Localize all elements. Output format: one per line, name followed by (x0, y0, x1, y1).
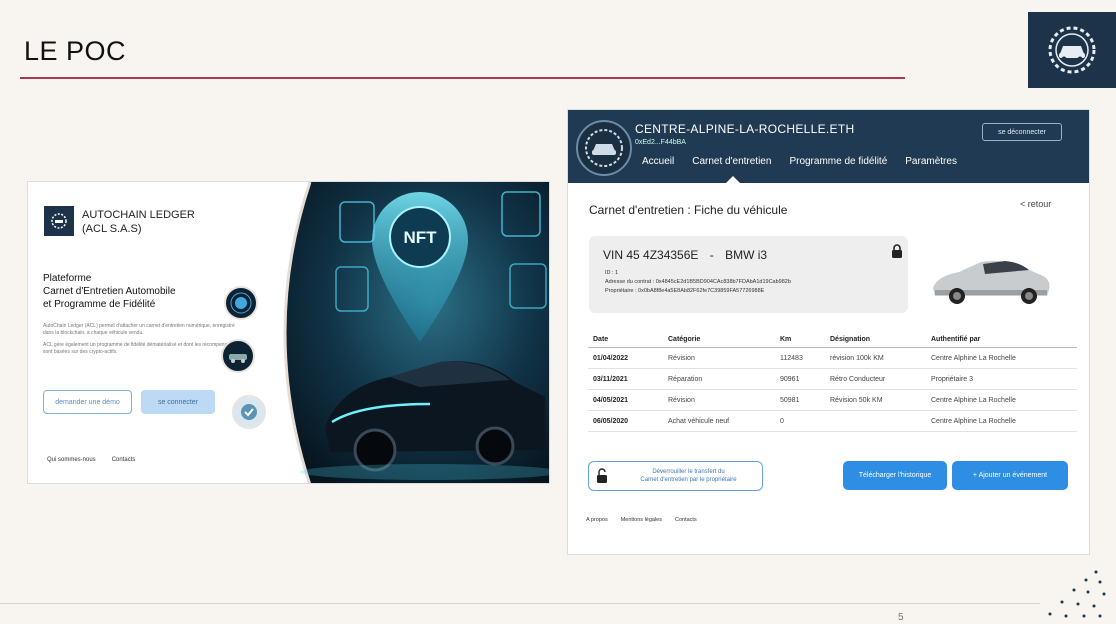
request-demo-button[interactable]: demander une démo (43, 390, 132, 414)
nav-settings[interactable]: Paramètres (905, 156, 957, 167)
vehicle-info-card: VIN 45 4Z34356E - BMW i3 ID : 1 Adresse … (589, 236, 908, 313)
company-logo (1028, 12, 1116, 88)
vehicle-id: ID : 1 (605, 270, 619, 276)
table-row[interactable]: 06/05/2020 Achat véhicule neuf 0 Centre … (588, 410, 1077, 432)
back-link[interactable]: < retour (1020, 199, 1051, 209)
main-nav: Accueil Carnet d'entretien Programme de … (642, 156, 975, 167)
car-gear-logo-icon (1048, 26, 1096, 74)
vehicle-record-screenshot: CENTRE-ALPINE-LA-ROCHELLE.ETH 0xEd2...F4… (567, 109, 1090, 555)
active-tab-indicator (726, 176, 740, 183)
col-authenticated-by: Authentifié par (926, 332, 1077, 348)
contract-address: Adresse du contrat : 0x4845cE2d1B5BD904C… (605, 279, 791, 285)
landing-footer: Qui sommes-nous Contacts (47, 457, 135, 463)
legal-link[interactable]: Mentions légales (621, 517, 662, 523)
acl-logo-icon (44, 206, 74, 236)
col-km: Km (775, 332, 825, 348)
download-history-button[interactable]: Télécharger l'historique (843, 461, 947, 490)
lock-icon (892, 244, 902, 258)
page-number: 5 (898, 612, 904, 623)
app-header: CENTRE-ALPINE-LA-ROCHELLE.ETH 0xEd2...F4… (568, 110, 1089, 183)
col-date: Date (588, 332, 663, 348)
contacts-link[interactable]: Contacts (675, 517, 697, 523)
title-divider (20, 77, 905, 79)
table-row[interactable]: 01/04/2022 Révision 112483 révision 100k… (588, 347, 1077, 369)
logout-button[interactable]: se déconnecter (982, 123, 1062, 141)
hero-image: NFT (270, 182, 549, 483)
nav-maintenance-log[interactable]: Carnet d'entretien (692, 156, 771, 167)
blockchain-icon (224, 286, 258, 320)
table-row[interactable]: 04/05/2021 Révision 50981 Révision 50k K… (588, 389, 1077, 411)
add-event-button[interactable]: + Ajouter un événement (952, 461, 1068, 490)
slide-title: LE POC (24, 36, 127, 66)
maintenance-history-table: Date Catégorie Km Désignation Authentifi… (588, 332, 1077, 432)
footer-divider (0, 603, 1040, 604)
nav-home[interactable]: Accueil (642, 156, 674, 167)
ens-name: CENTRE-ALPINE-LA-ROCHELLE.ETH (635, 122, 855, 136)
page-title: Carnet d'entretien : Fiche du véhicule (589, 203, 788, 217)
wallet-address: 0xEd2...F44bBA (635, 139, 686, 146)
garage-logo-icon (576, 120, 632, 176)
car-icon (221, 339, 255, 373)
nav-loyalty-program[interactable]: Programme de fidélité (789, 156, 887, 167)
about-link[interactable]: Qui sommes-nous (47, 457, 96, 463)
contacts-link[interactable]: Contacts (112, 457, 136, 463)
col-category: Catégorie (663, 332, 775, 348)
brand-name: AUTOCHAIN LEDGER (ACL S.A.S) (82, 209, 195, 235)
table-header-row: Date Catégorie Km Désignation Authentifi… (588, 332, 1077, 348)
car-image (933, 260, 1050, 304)
login-button[interactable]: se connecter (141, 390, 215, 414)
landing-page-screenshot: AUTOCHAIN LEDGER (ACL S.A.S) Plateforme … (27, 181, 550, 484)
nft-badge: NFT (403, 228, 437, 247)
unlock-transfer-button[interactable]: Déverrouiller le transfert du Carnet d'e… (588, 461, 763, 491)
vehicle-title: VIN 45 4Z34356E - BMW i3 (603, 248, 768, 262)
app-footer: A propos Mentions légales Contacts (586, 517, 697, 523)
about-link[interactable]: A propos (586, 517, 608, 523)
decorative-dots (1048, 570, 1106, 618)
platform-description: AutoChain Ledger (ACL) permet d'attacher… (43, 323, 235, 355)
platform-heading: Plateforme Carnet d'Entretien Automobile… (43, 273, 176, 310)
owner-address: Propriétaire : 0x0bA8f8e4a5E8Ab82F62fe7C… (605, 288, 765, 294)
col-designation: Désignation (825, 332, 926, 348)
unlock-icon (597, 468, 607, 483)
table-row[interactable]: 03/11/2021 Réparation 90961 Rétro Conduc… (588, 368, 1077, 390)
rewards-icon (232, 395, 266, 429)
